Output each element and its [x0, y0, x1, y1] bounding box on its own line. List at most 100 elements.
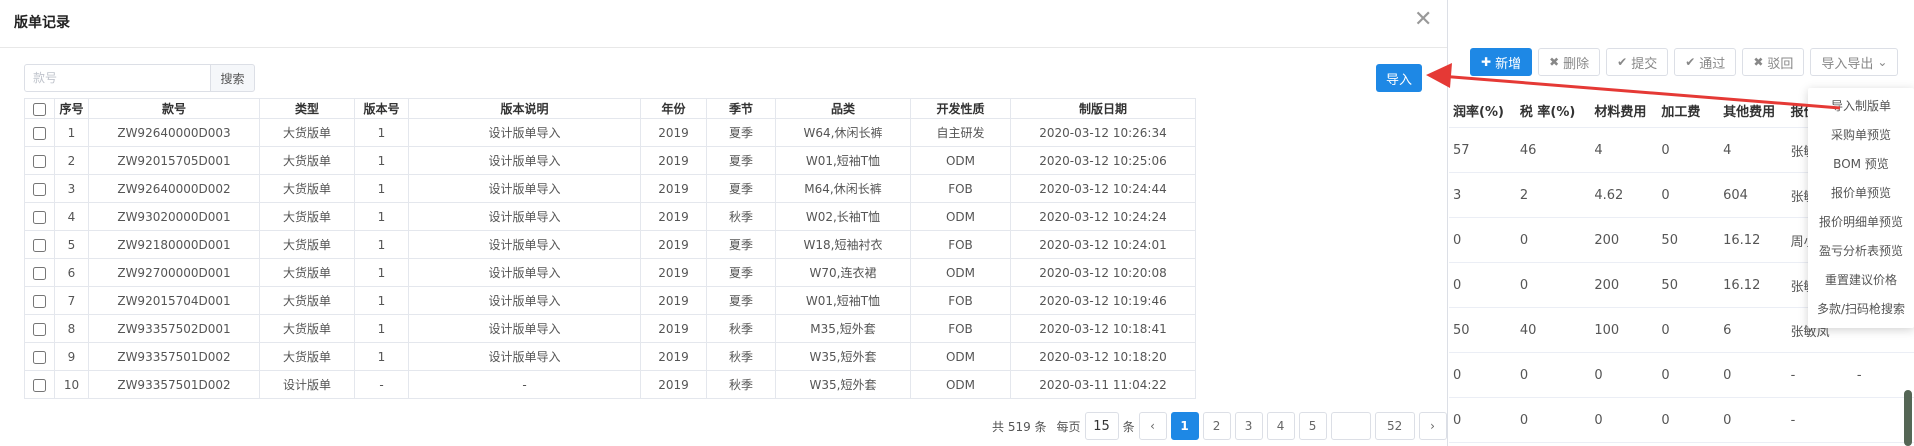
page-ellipsis[interactable] — [1330, 412, 1371, 440]
table-cell: 夏季 — [706, 258, 776, 287]
column-header[interactable]: 制版日期 — [1010, 98, 1196, 119]
dropdown-menu-item[interactable]: 导入制版单 — [1808, 92, 1914, 121]
toolbar-button[interactable]: ✖ 驳回 — [1742, 48, 1805, 76]
background-table-cell: - — [1786, 352, 1853, 398]
dropdown-menu-item[interactable]: 盈亏分析表预览 — [1808, 237, 1914, 266]
table-cell: 2020-03-12 10:20:08 — [1010, 258, 1196, 287]
import-button[interactable]: 导入 — [1376, 64, 1422, 92]
page-button[interactable]: 1 — [1170, 412, 1199, 440]
table-row[interactable]: 4 ZW93020000D001 大货版单 1 设计版单导入 2019 秋季 W02,长袖T恤… — [24, 202, 1196, 231]
background-column-header: 润率(%) — [1449, 93, 1516, 128]
version-record-table: 序号 款号 类型 版本号 版本说明 年份 季节 品类 开发性质 制版日期 1 ZW92640000D… — [24, 98, 1196, 399]
page-size-select[interactable]: 15 — [1084, 412, 1119, 440]
table-row[interactable]: 3 ZW92640000D002 大货版单 1 设计版单导入 2019 夏季 M64,休闲长裤… — [24, 174, 1196, 203]
style-number-search-input[interactable] — [24, 64, 211, 92]
table-cell: 10 — [54, 370, 89, 399]
table-row[interactable]: 5 ZW92180000D001 大货版单 1 设计版单导入 2019 夏季 W18,短袖衬衣… — [24, 230, 1196, 259]
table-cell: 大货版单 — [259, 314, 355, 343]
row-checkbox[interactable] — [33, 322, 46, 336]
page-button[interactable]: 5 — [1298, 412, 1327, 440]
table-cell: W02,长袖T恤 — [775, 202, 911, 231]
column-header[interactable]: 版本说明 — [408, 98, 641, 119]
x-icon: ✖ — [1753, 55, 1764, 69]
toolbar-button[interactable]: 导入导出 ⌄ — [1810, 48, 1899, 76]
dropdown-menu-item[interactable]: 报价明细单预览 — [1808, 208, 1914, 237]
row-checkbox[interactable] — [33, 294, 46, 308]
table-row[interactable]: 7 ZW92015704D001 大货版单 1 设计版单导入 2019 夏季 W01,短袖T恤… — [24, 286, 1196, 315]
toolbar-button[interactable]: ✖ 删除 — [1538, 48, 1601, 76]
scrollbar-thumb[interactable] — [1904, 390, 1912, 446]
column-header[interactable]: 款号 — [88, 98, 260, 119]
column-header[interactable]: 类型 — [259, 98, 355, 119]
table-cell: 设计版单导入 — [408, 230, 641, 259]
per-page-label: 每页 — [1056, 419, 1081, 434]
column-header[interactable]: 年份 — [640, 98, 707, 119]
background-table-cell: 200 — [1590, 217, 1658, 263]
table-cell: 夏季 — [706, 230, 776, 259]
background-table-cell: 0 — [1515, 262, 1591, 308]
row-checkbox[interactable] — [33, 154, 46, 168]
plus-icon: ✚ — [1481, 55, 1492, 69]
table-cell: ZW92015704D001 — [88, 286, 260, 315]
column-header[interactable]: 版本号 — [354, 98, 409, 119]
table-row[interactable]: 2 ZW92015705D001 大货版单 1 设计版单导入 2019 夏季 W01,短袖T恤… — [24, 146, 1196, 175]
table-cell: ZW93357502D001 — [88, 314, 260, 343]
close-icon[interactable]: ✕ — [1414, 9, 1432, 31]
page-button[interactable]: 2 — [1202, 412, 1231, 440]
table-cell: 设计版单导入 — [408, 342, 641, 371]
page-button[interactable]: 4 — [1266, 412, 1295, 440]
row-checkbox[interactable] — [33, 238, 46, 252]
background-table-cell: 0 — [1657, 397, 1720, 443]
next-page-button[interactable]: › — [1418, 412, 1447, 440]
table-row[interactable]: 1 ZW92640000D003 大货版单 1 设计版单导入 2019 夏季 W64,休闲长裤… — [24, 118, 1196, 147]
row-checkbox[interactable] — [33, 126, 46, 140]
table-cell: ZW92180000D001 — [88, 230, 260, 259]
table-cell: 2019 — [640, 202, 707, 231]
table-row[interactable]: 6 ZW92700000D001 大货版单 1 设计版单导入 2019 夏季 W70,连衣裙 O… — [24, 258, 1196, 287]
column-header[interactable]: 开发性质 — [910, 98, 1011, 119]
page-button[interactable]: 3 — [1234, 412, 1263, 440]
background-table-cell: 0 — [1515, 217, 1591, 263]
table-cell: 2020-03-12 10:19:46 — [1010, 286, 1196, 315]
dropdown-menu-item[interactable]: BOM 预览 — [1808, 150, 1914, 179]
table-cell: ZW92640000D003 — [88, 118, 260, 147]
row-select-cell — [24, 174, 55, 203]
row-checkbox[interactable] — [33, 378, 46, 392]
table-cell: M64,休闲长裤 — [775, 174, 911, 203]
background-table-cell: 2 — [1515, 172, 1591, 218]
table-cell: 设计版单导入 — [408, 118, 641, 147]
column-header[interactable]: 季节 — [706, 98, 776, 119]
table-row[interactable]: 10 ZW93357501D002 设计版单 - -2019 秋季 W35,短外套 ODM 20… — [24, 370, 1196, 399]
column-header[interactable]: 品类 — [775, 98, 911, 119]
prev-page-button[interactable]: ‹ — [1138, 412, 1167, 440]
table-cell: ODM — [910, 258, 1011, 287]
row-checkbox[interactable] — [33, 266, 46, 280]
table-row[interactable]: 8 ZW93357502D001 大货版单 1 设计版单导入 2019 秋季 M35,短外套 F… — [24, 314, 1196, 343]
row-checkbox[interactable] — [33, 182, 46, 196]
table-cell: 大货版单 — [259, 258, 355, 287]
background-table-cell: 0 — [1515, 352, 1591, 398]
column-header[interactable]: 序号 — [54, 98, 89, 119]
search-button[interactable]: 搜索 — [210, 64, 255, 92]
select-all-checkbox[interactable] — [33, 102, 46, 116]
table-cell: FOB — [910, 314, 1011, 343]
table-cell: 设计版单导入 — [408, 314, 641, 343]
dropdown-menu-item[interactable]: 重置建议价格 — [1808, 266, 1914, 295]
last-page-button[interactable]: 52 — [1374, 412, 1415, 440]
toolbar-button[interactable]: ✔ 通过 — [1674, 48, 1737, 76]
table-cell: 3 — [54, 174, 89, 203]
toolbar-button[interactable]: ✔ 提交 — [1606, 48, 1669, 76]
row-checkbox[interactable] — [33, 350, 46, 364]
table-cell: 夏季 — [706, 146, 776, 175]
dropdown-menu-item[interactable]: 采购单预览 — [1808, 121, 1914, 150]
table-cell: 设计版单导入 — [408, 174, 641, 203]
toolbar-button[interactable]: ✚ 新增 — [1470, 48, 1533, 76]
dropdown-menu-item[interactable]: 报价单预览 — [1808, 179, 1914, 208]
row-select-cell — [24, 230, 55, 259]
table-cell: 6 — [54, 258, 89, 287]
table-row[interactable]: 9 ZW93357501D002 大货版单 1 设计版单导入 2019 秋季 W35,短外套 O… — [24, 342, 1196, 371]
table-cell: ZW92700000D001 — [88, 258, 260, 287]
table-cell: 秋季 — [706, 202, 776, 231]
dropdown-menu-item[interactable]: 多款/扫码枪搜索 — [1808, 295, 1914, 324]
row-checkbox[interactable] — [33, 210, 46, 224]
